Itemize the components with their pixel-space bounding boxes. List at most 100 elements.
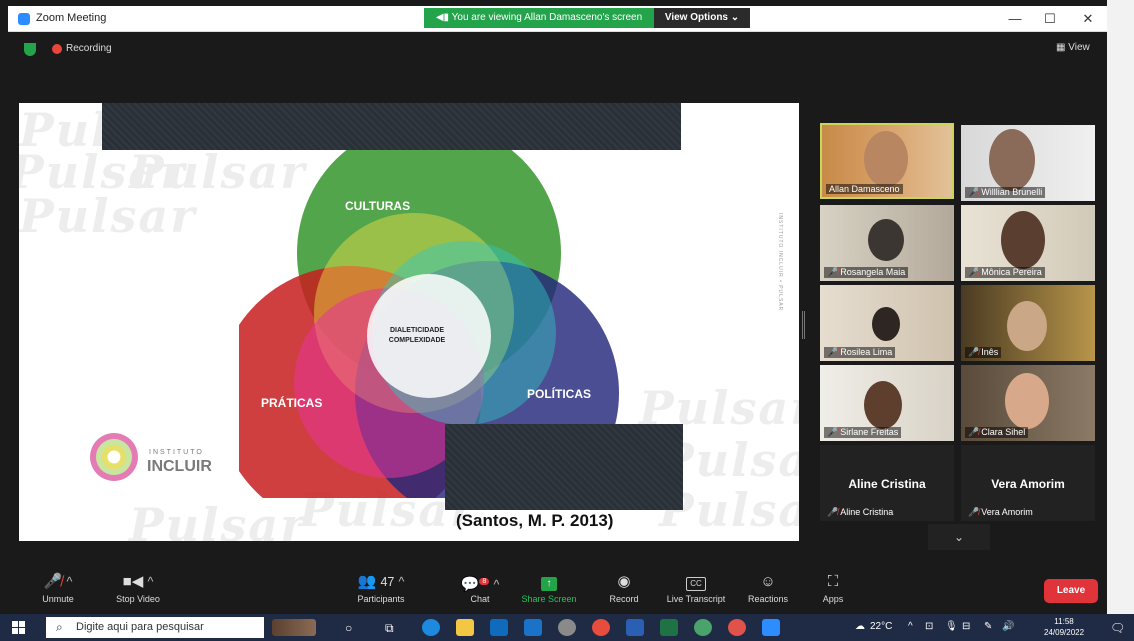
store-icon[interactable] bbox=[490, 619, 508, 636]
edge-browser-icon[interactable] bbox=[422, 619, 440, 636]
chrome-icon[interactable] bbox=[592, 619, 610, 636]
search-icon: ⌕ bbox=[56, 620, 63, 634]
view-options-label: View Options bbox=[664, 12, 728, 23]
participant-tile[interactable]: 🎤̸ Inês bbox=[961, 285, 1095, 361]
notifications-icon[interactable]: 🗨 bbox=[1110, 621, 1125, 635]
unmute-label: Unmute bbox=[42, 594, 74, 604]
viewing-share-banner: ◀▮ You are viewing Allan Damasceno's scr… bbox=[424, 8, 654, 28]
resize-handle[interactable] bbox=[802, 311, 805, 339]
participant-name: 🎤̸ Willlian Brunelli bbox=[965, 187, 1046, 198]
mail-icon[interactable] bbox=[524, 619, 542, 636]
chevron-down-icon: ⌄ bbox=[730, 12, 740, 23]
politicas-label: POLÍTICAS bbox=[527, 387, 592, 401]
apps-button[interactable]: ⛶ Apps bbox=[793, 572, 873, 604]
participant-tile[interactable]: Vera Amorim 🎤̸ Vera Amorim bbox=[961, 445, 1095, 521]
app-icon[interactable] bbox=[558, 619, 576, 636]
chat-icon: 💬 8 ^ bbox=[460, 576, 500, 593]
redacted-block bbox=[445, 424, 683, 510]
participant-name: 🎤̸ Aline Cristina bbox=[824, 507, 896, 518]
task-view-icon[interactable]: ⧉ bbox=[385, 621, 394, 636]
participant-video bbox=[989, 129, 1035, 191]
participant-video bbox=[1007, 301, 1047, 351]
live-transcript-button[interactable]: CC Live Transcript bbox=[656, 572, 736, 604]
share-screen-label: Share Screen bbox=[521, 594, 577, 604]
grid-icon: ▦ bbox=[1056, 42, 1069, 53]
muted-mic-icon: 🎤̸ bbox=[827, 507, 839, 517]
center-label-1: DIALETICIDADE bbox=[390, 327, 444, 334]
news-widget-icon[interactable] bbox=[272, 619, 316, 636]
volume-icon[interactable]: 🔊 bbox=[1002, 621, 1014, 632]
redacted-block bbox=[102, 103, 681, 150]
participants-button[interactable]: 👥 47 ^ Participants bbox=[341, 572, 421, 604]
participant-name: Allan Damasceno bbox=[826, 184, 903, 194]
chrome-profile-2-icon[interactable] bbox=[728, 619, 746, 636]
search-placeholder: Digite aqui para pesquisar bbox=[76, 621, 204, 633]
participant-name: 🎤̸ Sirlane Freitas bbox=[824, 427, 902, 438]
weather-icon: ☁ bbox=[855, 621, 865, 632]
minimize-button[interactable]: — bbox=[1003, 10, 1027, 28]
chat-button[interactable]: 💬 8 ^ Chat bbox=[440, 572, 520, 604]
participant-tile[interactable]: Aline Cristina 🎤̸ Aline Cristina bbox=[820, 445, 954, 521]
muted-mic-icon: 🎤̸ bbox=[827, 427, 839, 437]
participants-count: 47 bbox=[380, 575, 395, 589]
share-screen-button[interactable]: ↑ Share Screen bbox=[509, 572, 589, 604]
chat-label: Chat bbox=[470, 594, 490, 604]
title-bar: Zoom Meeting ◀▮ You are viewing Allan Da… bbox=[8, 6, 1107, 32]
muted-mic-icon: 🎤̸ bbox=[968, 267, 980, 277]
participant-video bbox=[864, 131, 908, 187]
participant-name-text: Inês bbox=[981, 347, 999, 357]
file-explorer-icon[interactable] bbox=[456, 619, 474, 636]
participant-name-text: Sirlane Freitas bbox=[840, 427, 899, 437]
unmute-button[interactable]: 🎤̸ ^ Unmute bbox=[18, 572, 98, 604]
excel-icon[interactable] bbox=[660, 619, 678, 636]
word-icon[interactable] bbox=[626, 619, 644, 636]
windows-taskbar: ⌕ Digite aqui para pesquisar ○ ⧉ ☁ 22°C ^… bbox=[0, 614, 1134, 641]
chrome-profile-icon[interactable] bbox=[694, 619, 712, 636]
taskbar-clock[interactable]: 11:58 24/09/2022 bbox=[1044, 616, 1084, 638]
stop-video-button[interactable]: ■◀ ^ Stop Video bbox=[98, 572, 178, 604]
muted-mic-icon: 🎤̸ bbox=[827, 347, 839, 357]
participant-big-name: Vera Amorim bbox=[991, 477, 1065, 491]
network-icon[interactable]: ⊟ bbox=[962, 621, 970, 632]
participant-tile[interactable]: 🎤̸ Mônica Pereira bbox=[961, 205, 1095, 281]
muted-mic-icon: 🎤̸ bbox=[968, 427, 980, 437]
watermark-text: Pulsar bbox=[129, 498, 307, 541]
center-label-2: COMPLEXIDADE bbox=[389, 337, 446, 344]
pen-icon[interactable]: ✎ bbox=[984, 621, 992, 632]
participant-tile[interactable]: Allan Damasceno bbox=[820, 123, 954, 199]
windows-start-icon[interactable] bbox=[12, 621, 25, 634]
taskbar-search-box[interactable]: ⌕ Digite aqui para pesquisar bbox=[46, 617, 264, 638]
view-options-button[interactable]: View Options ⌄ bbox=[654, 8, 750, 28]
video-camera-icon: ■◀ ^ bbox=[122, 573, 154, 590]
tray-overflow-icon[interactable]: ^ bbox=[908, 621, 913, 632]
participant-tile[interactable]: 🎤̸ Sirlane Freitas bbox=[820, 365, 954, 441]
muted-mic-icon: 🎤̸ bbox=[827, 267, 839, 277]
participant-tile[interactable]: 🎤̸ Rosilea Lima bbox=[820, 285, 954, 361]
participants-label: Participants bbox=[357, 594, 405, 604]
chevron-down-icon: ⌄ bbox=[953, 530, 965, 544]
cortana-icon[interactable]: ○ bbox=[345, 621, 352, 635]
participant-video bbox=[1005, 373, 1049, 429]
leave-button[interactable]: Leave bbox=[1044, 579, 1098, 603]
participant-name: 🎤̸ Rosilea Lima bbox=[824, 347, 896, 358]
view-label: View bbox=[1068, 42, 1090, 53]
background-window-edge bbox=[1107, 0, 1134, 614]
zoom-taskbar-icon[interactable] bbox=[762, 619, 780, 636]
participant-tile[interactable]: 🎤̸ Rosangela Maia bbox=[820, 205, 954, 281]
participant-tile[interactable]: 🎤̸ Clara Sihel bbox=[961, 365, 1095, 441]
temperature-text: 22°C bbox=[870, 621, 893, 632]
maximize-button[interactable]: ☐ bbox=[1038, 10, 1062, 28]
tray-app-icon[interactable]: ⊡ bbox=[925, 621, 933, 632]
gallery-scroll-down-button[interactable]: ⌄ bbox=[928, 524, 990, 550]
close-button[interactable]: ✕ bbox=[1076, 10, 1100, 28]
participant-name-text: Rosilea Lima bbox=[840, 347, 893, 357]
microphone-tray-icon[interactable]: 🎙 bbox=[945, 621, 958, 632]
participant-tile[interactable]: 🎤̸ Willlian Brunelli bbox=[961, 125, 1095, 201]
security-shield-icon[interactable] bbox=[24, 43, 36, 56]
participant-name-text: Aline Cristina bbox=[840, 507, 894, 517]
share-screen-icon: ↑ bbox=[509, 572, 589, 592]
record-icon: ◉ bbox=[617, 573, 631, 590]
record-button[interactable]: ◉ Record bbox=[584, 572, 664, 604]
view-button[interactable]: ▦ View bbox=[1056, 42, 1090, 53]
center-area bbox=[367, 274, 491, 398]
